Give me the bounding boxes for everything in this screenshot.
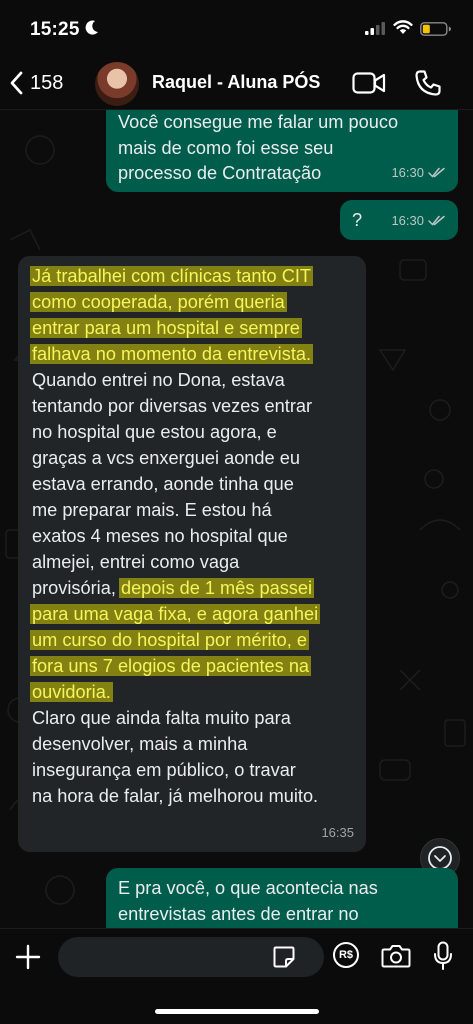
payment-button[interactable]: R$ xyxy=(333,942,359,968)
message-line: Você consegue me falar um pouco xyxy=(118,112,399,132)
contact-avatar[interactable] xyxy=(95,62,139,106)
chat-area[interactable]: Você consegue me falar um pouco mais de … xyxy=(0,110,473,928)
wifi-icon xyxy=(393,20,413,34)
phone-call-icon[interactable] xyxy=(414,69,442,97)
unread-count: 158 xyxy=(30,71,64,94)
highlighted-text: para uma vaga fixa, e agora ganhei xyxy=(30,604,321,624)
message-meta: 16:30 xyxy=(391,208,446,234)
microphone-icon[interactable] xyxy=(433,941,453,971)
message-line: no hospital que estou agora, e xyxy=(32,422,277,442)
message-line: provisória, xyxy=(32,578,121,598)
highlighted-text: como cooperada, porém queria xyxy=(30,292,287,312)
message-meta: 16:35 xyxy=(321,820,354,846)
highlighted-text: ouvidoria. xyxy=(30,682,113,702)
message-line: me preparar mais. E estou há xyxy=(32,500,272,520)
chevron-left-icon xyxy=(10,71,23,95)
highlighted-text: um curso do hospital por mérito, e xyxy=(30,630,309,650)
message-time: 16:30 xyxy=(391,164,424,180)
message-line: entrevistas antes de entrar no xyxy=(118,903,359,924)
highlighted-text: falhava no momento da entrevista. xyxy=(30,344,314,364)
sticker-icon[interactable] xyxy=(272,945,296,969)
read-receipt-icon xyxy=(428,215,445,226)
message-input-bar: R$ xyxy=(0,928,473,1024)
video-call-icon[interactable] xyxy=(352,71,386,95)
payment-label: R$ xyxy=(338,949,354,961)
message-line: graças a vcs enxerguei aonde eu xyxy=(32,448,300,468)
attach-plus-icon[interactable] xyxy=(14,943,42,971)
message-time: 16:30 xyxy=(391,212,424,228)
message-line: desenvolver, mais a minha xyxy=(32,734,248,754)
message-line: estava errando, aonde tinha que xyxy=(32,474,294,494)
message-line: mais de como foi esse seu xyxy=(118,137,334,158)
highlighted-text: entrar para um hospital e sempre xyxy=(30,318,302,338)
message-time: 16:35 xyxy=(321,824,354,840)
message-line: E pra você, o que acontecia nas xyxy=(118,878,378,898)
chat-header: 158 Raquel - Aluna PÓS xyxy=(0,58,473,110)
highlighted-text: depois de 1 mês passei xyxy=(118,578,315,598)
highlighted-text: Já trabalhei com clínicas tanto CIT xyxy=(30,266,313,286)
read-receipt-icon xyxy=(428,167,445,178)
back-button[interactable]: 158 xyxy=(10,68,63,98)
message-line: almejei, entrei como vaga xyxy=(32,552,240,572)
message-bubble-incoming[interactable]: Já trabalhei com clínicas tanto CIT como… xyxy=(18,256,366,852)
highlighted-text: fora uns 7 elogios de pacientes na xyxy=(30,656,312,676)
message-text: ? xyxy=(352,210,363,230)
message-line: tentando por diversas vezes entrar xyxy=(32,396,313,416)
status-bar: 15:25 xyxy=(0,0,473,58)
message-bubble-outgoing[interactable]: ? 16:30 xyxy=(340,200,458,240)
home-indicator xyxy=(155,1009,319,1014)
status-time: 15:25 xyxy=(30,19,80,40)
message-meta: 16:30 xyxy=(391,160,446,186)
message-line: exatos 4 meses no hospital que xyxy=(32,526,288,546)
do-not-disturb-icon xyxy=(85,20,98,35)
camera-icon[interactable] xyxy=(381,943,411,969)
battery-icon xyxy=(420,22,451,36)
message-line: Quando entrei no Dona, estava xyxy=(32,370,285,390)
cellular-signal-icon xyxy=(365,22,385,35)
message-line: na hora de falar, já melhorou muito. xyxy=(32,786,319,806)
message-bubble-outgoing[interactable]: Você consegue me falar um pouco mais de … xyxy=(106,110,458,192)
message-bubble-outgoing[interactable]: E pra você, o que acontecia nas entrevis… xyxy=(106,868,458,928)
contact-name[interactable]: Raquel - Aluna PÓS xyxy=(152,72,320,93)
message-line: Claro que ainda falta muito para xyxy=(32,708,291,728)
message-line: insegurança em público, o travar xyxy=(32,760,296,780)
